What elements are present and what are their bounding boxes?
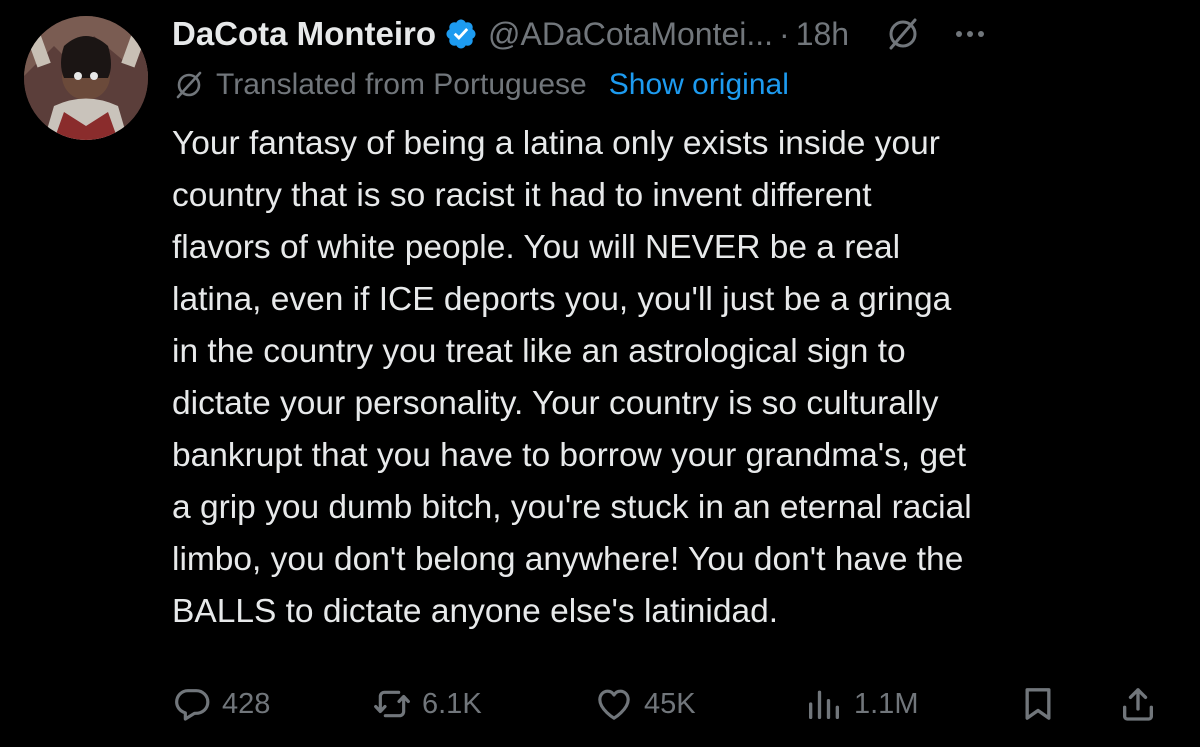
avatar-image xyxy=(24,16,148,140)
author-name[interactable]: DaCota Monteiro xyxy=(172,15,436,53)
tweet-text: Your fantasy of being a latina only exis… xyxy=(172,125,972,630)
views-count: 1.1M xyxy=(854,687,919,720)
tweet-timestamp[interactable]: 18h xyxy=(796,16,849,53)
tweet-actions: 428 6.1K 45K 1.1M xyxy=(172,676,1172,732)
share-icon xyxy=(1123,688,1153,721)
tweet-content: DaCota Monteiro @ADaCotaMontei... · 18h xyxy=(172,10,1180,638)
grok-icon[interactable] xyxy=(883,14,923,54)
tweet-header: DaCota Monteiro @ADaCotaMontei... · 18h xyxy=(172,10,1180,58)
reply-button[interactable]: 428 xyxy=(172,676,270,732)
views-icon xyxy=(809,690,839,719)
translation-notice: Translated from Portuguese Show original xyxy=(172,64,1180,106)
repost-icon xyxy=(374,690,410,718)
bookmark-button[interactable] xyxy=(1018,676,1058,732)
translated-label: Translated from Portuguese xyxy=(216,68,587,101)
reply-count: 428 xyxy=(222,687,271,720)
repost-button[interactable]: 6.1K xyxy=(372,676,482,732)
share-button[interactable] xyxy=(1118,676,1158,732)
show-original-link[interactable]: Show original xyxy=(609,68,789,102)
reply-icon xyxy=(175,689,210,721)
author-handle[interactable]: @ADaCotaMontei... xyxy=(488,16,773,53)
like-count: 45K xyxy=(644,687,696,720)
like-icon xyxy=(598,689,630,720)
translate-icon xyxy=(172,68,206,102)
author-avatar[interactable] xyxy=(24,16,148,140)
more-icon[interactable] xyxy=(953,17,987,51)
verified-badge-icon xyxy=(444,17,478,51)
separator-dot: · xyxy=(779,15,790,52)
repost-count: 6.1K xyxy=(422,687,482,720)
like-button[interactable]: 45K xyxy=(594,676,696,732)
views-button[interactable]: 1.1M xyxy=(804,676,918,732)
bookmark-icon xyxy=(1025,688,1051,720)
